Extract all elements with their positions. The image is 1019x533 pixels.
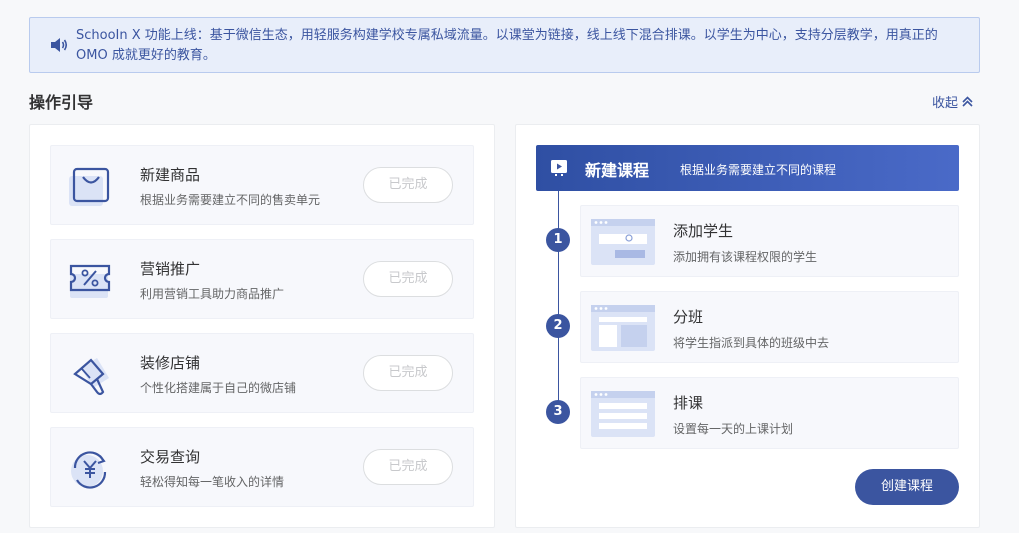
step-number: 3: [546, 400, 570, 424]
guide-desc: 个性化搭建属于自己的微店铺: [140, 381, 297, 395]
step-card-schedule[interactable]: 排课 设置每一天的上课计划: [580, 377, 959, 449]
chevron-up-double-icon: [962, 96, 973, 107]
step-number: 1: [546, 228, 570, 252]
collapse-label: 收起: [932, 96, 959, 111]
step-desc: 添加拥有该课程权限的学生: [673, 250, 818, 264]
guide-title: 新建商品: [140, 166, 201, 184]
guide-panel: 新建商品 根据业务需要建立不同的售卖单元 已完成 营销推广 利用营销工具助力商品…: [29, 124, 495, 528]
create-course-button[interactable]: 创建课程: [855, 469, 959, 505]
play-icon: [551, 160, 567, 176]
guide-title: 营销推广: [140, 260, 201, 278]
step-title: 添加学生: [673, 222, 734, 240]
step-card-assign-class[interactable]: 分班 将学生指派到具体的班级中去: [580, 291, 959, 363]
step-desc: 将学生指派到具体的班级中去: [673, 336, 830, 350]
timeline-line: [558, 191, 559, 419]
shopping-bag-icon: [69, 167, 110, 206]
done-button[interactable]: 已完成: [363, 449, 453, 485]
step-number: 2: [546, 314, 570, 338]
guide-card-transactions[interactable]: 交易查询 轻松得知每一笔收入的详情 已完成: [50, 427, 474, 507]
course-header: 新建课程 根据业务需要建立不同的课程: [536, 145, 959, 191]
coupon-icon: [69, 264, 111, 298]
guide-desc: 根据业务需要建立不同的售卖单元: [140, 193, 321, 207]
step-desc: 设置每一天的上课计划: [673, 422, 794, 436]
step-title: 分班: [673, 308, 704, 326]
step-card-add-students[interactable]: 添加学生 添加拥有该课程权限的学生: [580, 205, 959, 277]
course-desc: 根据业务需要建立不同的课程: [680, 163, 837, 177]
done-button[interactable]: 已完成: [363, 355, 453, 391]
course-panel: 新建课程 根据业务需要建立不同的课程 1 添加学生 添加拥有该课程权限的学生 2…: [515, 124, 980, 528]
step-title: 排课: [673, 394, 704, 412]
collapse-button[interactable]: 收起: [932, 92, 974, 111]
page-title: 操作引导: [29, 93, 94, 112]
yuan-refresh-icon: [71, 451, 107, 489]
add-student-illustration: [591, 219, 655, 265]
notice-banner: SchooIn X 功能上线：基于微信生态，用轻服务构建学校专属私域流量。以课堂…: [29, 17, 980, 73]
done-button[interactable]: 已完成: [363, 167, 453, 203]
speaker-icon: [51, 38, 68, 52]
paint-brush-icon: [73, 358, 109, 396]
schedule-illustration: [591, 391, 655, 437]
course-title: 新建课程: [585, 161, 650, 180]
guide-title: 装修店铺: [140, 354, 201, 372]
guide-card-product[interactable]: 新建商品 根据业务需要建立不同的售卖单元 已完成: [50, 145, 474, 225]
guide-card-marketing[interactable]: 营销推广 利用营销工具助力商品推广 已完成: [50, 239, 474, 319]
done-button[interactable]: 已完成: [363, 261, 453, 297]
notice-text: SchooIn X 功能上线：基于微信生态，用轻服务构建学校专属私域流量。以课堂…: [76, 28, 938, 63]
class-assign-illustration: [591, 305, 655, 351]
guide-desc: 轻松得知每一笔收入的详情: [140, 475, 285, 489]
guide-title: 交易查询: [140, 448, 201, 466]
guide-desc: 利用营销工具助力商品推广: [140, 287, 285, 301]
guide-card-decoration[interactable]: 装修店铺 个性化搭建属于自己的微店铺 已完成: [50, 333, 474, 413]
